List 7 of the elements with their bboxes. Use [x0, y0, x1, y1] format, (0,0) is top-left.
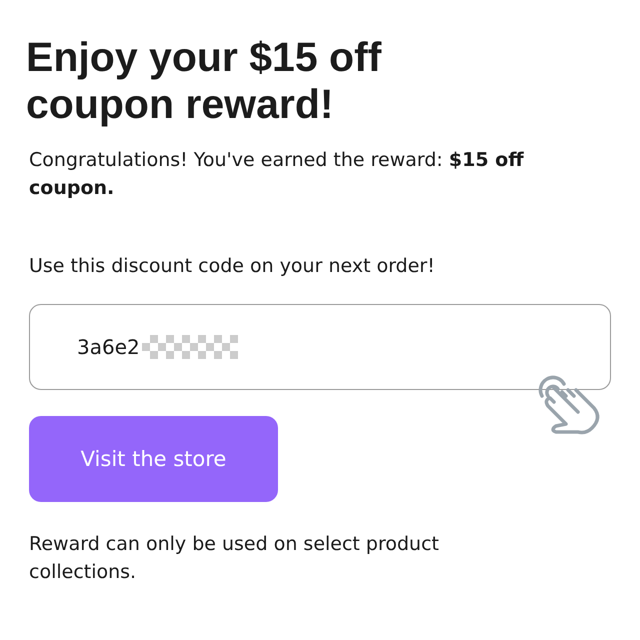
footnote-text: Reward can only be used on select product collections. [29, 532, 440, 585]
visit-store-button[interactable]: Visit the store [29, 416, 278, 502]
heading: Enjoy your $15 off coupon reward! [26, 34, 382, 128]
reward-message: Congratulations! You've earned the reward: $15 off coupon. [29, 148, 525, 201]
instruction-text: Use this discount code on your next order! [29, 254, 435, 279]
code-text: 3a6e2 [77, 335, 140, 359]
code-field[interactable]: 3a6e2 [29, 304, 611, 390]
